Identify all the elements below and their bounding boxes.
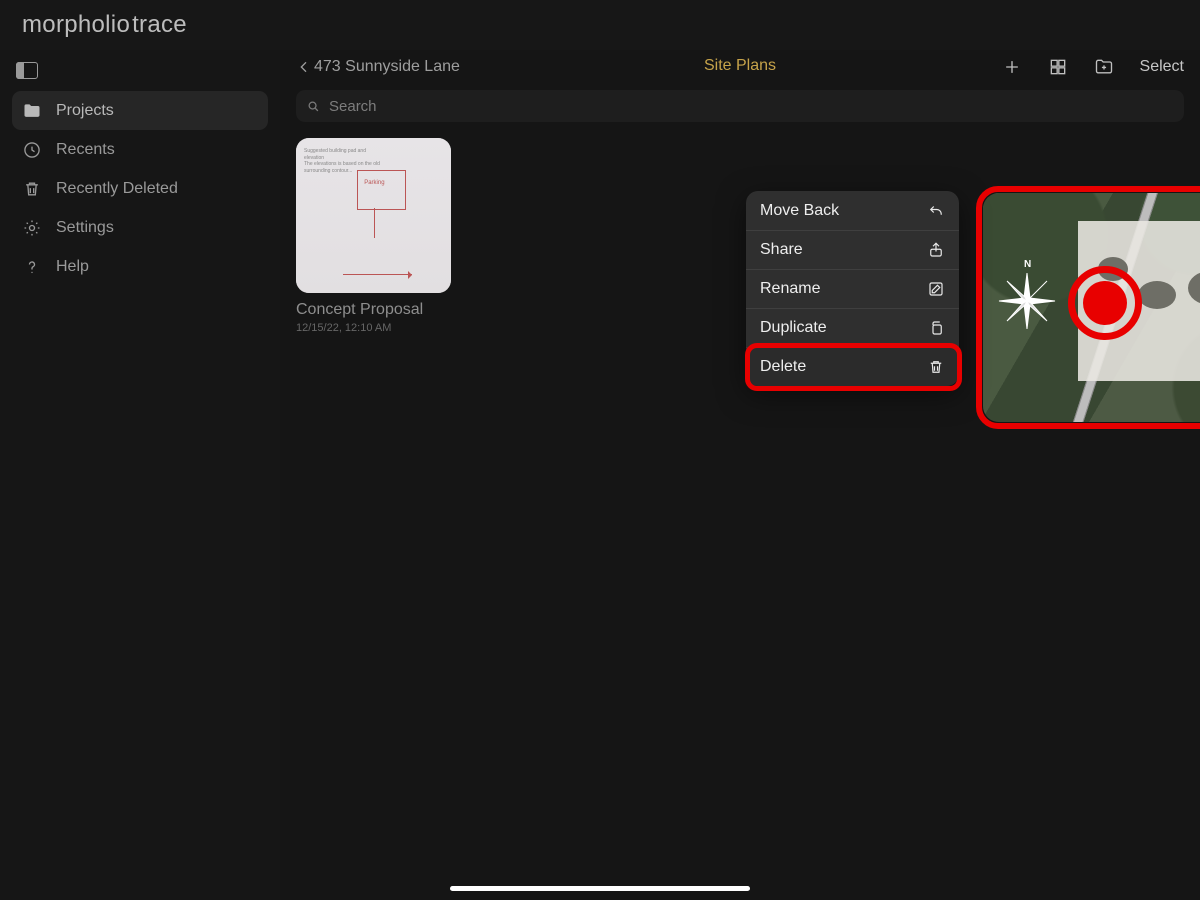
context-menu: Move Back Share Rename Duplicate Delete <box>746 191 959 386</box>
compass-north-label: N <box>1024 259 1031 270</box>
menu-item-label: Delete <box>760 358 806 376</box>
sidebar-toggle-icon[interactable] <box>16 62 38 79</box>
home-indicator <box>450 886 750 891</box>
body: Projects Recents Recently Deleted Settin… <box>0 50 1200 900</box>
brand-word-1: morpholio <box>22 11 130 39</box>
add-button[interactable] <box>1002 57 1022 77</box>
new-folder-icon[interactable] <box>1094 57 1114 77</box>
back-button[interactable]: 473 Sunnyside Lane <box>296 58 460 76</box>
share-icon <box>927 241 945 259</box>
compass-icon <box>997 271 1057 331</box>
folder-icon <box>22 101 42 121</box>
chevron-left-icon <box>296 59 312 75</box>
sidebar-item-projects[interactable]: Projects <box>12 91 268 130</box>
sidebar-item-help[interactable]: Help <box>12 247 268 286</box>
search-input[interactable] <box>329 98 1174 115</box>
sidebar-item-recents[interactable]: Recents <box>12 130 268 169</box>
edit-icon <box>927 280 945 298</box>
menu-item-label: Share <box>760 241 803 259</box>
menu-item-rename[interactable]: Rename <box>746 269 959 308</box>
select-button[interactable]: Select <box>1140 58 1184 76</box>
project-date: 12/15/22, 12:10 AM <box>296 322 451 334</box>
clock-icon <box>22 140 42 160</box>
menu-item-move-back[interactable]: Move Back <box>746 191 959 230</box>
undo-icon <box>927 202 945 220</box>
folder-title: Site Plans <box>704 57 776 75</box>
sidebar-item-recently-deleted[interactable]: Recently Deleted <box>12 169 268 208</box>
sidebar-item-label: Help <box>56 258 258 276</box>
menu-item-delete[interactable]: Delete <box>746 347 959 386</box>
menu-item-label: Duplicate <box>760 319 827 337</box>
main-header: 473 Sunnyside Lane Site Plans Select <box>280 50 1200 84</box>
sidebar-item-label: Projects <box>56 102 258 120</box>
search-bar[interactable] <box>296 90 1184 122</box>
project-thumbnail: Suggested building pad andelevationThe e… <box>296 138 451 293</box>
sidebar: Projects Recents Recently Deleted Settin… <box>0 50 280 900</box>
menu-item-share[interactable]: Share <box>746 230 959 269</box>
duplicate-icon <box>927 319 945 337</box>
project-name: Concept Proposal <box>296 301 451 319</box>
sidebar-item-label: Recently Deleted <box>56 180 258 198</box>
title-bar: morpholio trace <box>0 0 1200 50</box>
brand-word-2: trace <box>132 11 187 39</box>
main-actions: Select <box>1002 57 1184 77</box>
plan-overlay <box>1078 221 1200 381</box>
menu-item-duplicate[interactable]: Duplicate <box>746 308 959 347</box>
back-label: 473 Sunnyside Lane <box>314 58 460 76</box>
sidebar-item-label: Recents <box>56 141 258 159</box>
project-card[interactable]: Suggested building pad andelevationThe e… <box>296 138 451 334</box>
search-icon <box>306 99 321 114</box>
gear-icon <box>22 218 42 238</box>
menu-item-label: Rename <box>760 280 820 298</box>
trash-icon <box>927 358 945 376</box>
main-panel: 473 Sunnyside Lane Site Plans Select <box>280 50 1200 900</box>
grid-view-icon[interactable] <box>1048 57 1068 77</box>
trash-icon <box>22 179 42 199</box>
sidebar-item-settings[interactable]: Settings <box>12 208 268 247</box>
project-card-site-plan[interactable]: N <box>983 193 1200 422</box>
sidebar-item-label: Settings <box>56 219 258 237</box>
help-icon <box>22 257 42 277</box>
app-root: morpholio trace Projects Recents <box>0 0 1200 900</box>
menu-item-label: Move Back <box>760 202 839 220</box>
